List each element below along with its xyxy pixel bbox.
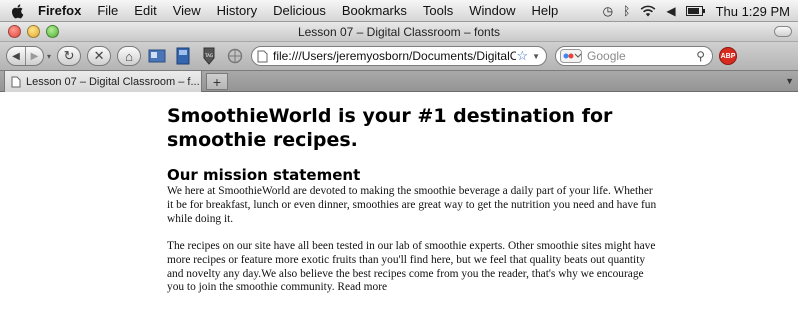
home-icon: ⌂ [125, 48, 133, 64]
reload-icon: ↻ [63, 48, 75, 63]
menu-tools[interactable]: Tools [423, 3, 453, 18]
url-bar[interactable]: file:///Users/jeremyosborn/Documents/Dig… [251, 46, 548, 66]
page-icon [257, 50, 268, 62]
back-icon[interactable]: ◀ [7, 47, 25, 65]
url-dropdown-icon[interactable]: ▼ [532, 52, 540, 61]
volume-icon[interactable]: ◀ [666, 4, 675, 18]
window-title-bar[interactable]: Lesson 07 – Digital Classroom – fonts [0, 22, 798, 42]
search-bar[interactable]: Google ⚲ [555, 46, 714, 66]
apple-icon[interactable] [10, 3, 26, 19]
google-search-engine-icon[interactable] [560, 49, 583, 63]
stop-button[interactable]: ✕ [87, 46, 112, 66]
svg-text:TAG: TAG [204, 53, 213, 58]
page-icon [11, 76, 21, 88]
reload-button[interactable]: ↻ [57, 46, 82, 66]
menu-view[interactable]: View [173, 3, 201, 18]
page-heading: SmoothieWorld is your #1 destination for… [167, 105, 613, 151]
window-title: Lesson 07 – Digital Classroom – fonts [297, 25, 501, 39]
menu-edit[interactable]: Edit [134, 3, 156, 18]
search-icon[interactable]: ⚲ [696, 49, 705, 63]
url-input[interactable]: file:///Users/jeremyosborn/Documents/Dig… [273, 49, 516, 63]
menu-history[interactable]: History [217, 3, 257, 18]
mac-menu-bar: Firefox File Edit View History Delicious… [0, 0, 798, 22]
wifi-icon[interactable] [640, 5, 656, 17]
mission-paragraph-2: The recipes on our site have all been te… [167, 240, 656, 294]
menu-clock[interactable]: Thu 1:29 PM [716, 4, 790, 19]
bluetooth-icon[interactable]: ᛒ [623, 4, 630, 18]
bookmark-icon[interactable] [173, 46, 193, 66]
home-button[interactable]: ⌂ [117, 46, 142, 66]
menu-file[interactable]: File [97, 3, 118, 18]
stop-icon: ✕ [93, 48, 105, 63]
menu-app-name[interactable]: Firefox [38, 3, 81, 18]
time-machine-icon[interactable]: ◷ [603, 4, 613, 18]
mission-heading: Our mission statement [167, 166, 361, 184]
menu-bookmarks[interactable]: Bookmarks [342, 3, 407, 18]
tab-strip: Lesson 07 – Digital Classroom – f... + ▼ [0, 70, 798, 93]
list-all-tabs-icon[interactable]: ▼ [785, 76, 794, 86]
toolbar-toggle-button[interactable] [774, 26, 792, 37]
menu-delicious[interactable]: Delicious [273, 3, 326, 18]
new-tab-button[interactable]: + [206, 73, 228, 90]
browser-toolbar: ◀ ▶ ▾ ↻ ✕ ⌂ TAG file:///Users/jeremyosbo… [0, 42, 798, 70]
search-input[interactable]: Google [587, 49, 696, 63]
tag-icon[interactable]: TAG [199, 46, 219, 66]
globe-icon[interactable] [225, 46, 245, 66]
page-content: SmoothieWorld is your #1 destination for… [0, 92, 798, 318]
adblock-icon[interactable]: ABP [719, 47, 738, 65]
back-forward-buttons: ◀ ▶ [6, 46, 44, 66]
forward-icon[interactable]: ▶ [25, 47, 43, 65]
mission-paragraph-1: We here at SmoothieWorld are devoted to … [167, 185, 657, 225]
status-area: ◷ ᛒ ◀ Thu 1:29 PM [603, 0, 790, 22]
menu-window[interactable]: Window [469, 3, 515, 18]
tab-lesson-07[interactable]: Lesson 07 – Digital Classroom – f... [4, 71, 202, 93]
battery-icon[interactable] [685, 6, 706, 16]
bookmark-star-icon[interactable]: ☆ [516, 48, 528, 64]
history-dropdown-icon[interactable]: ▾ [47, 52, 51, 61]
screen-capture-icon[interactable] [147, 46, 167, 66]
tab-label: Lesson 07 – Digital Classroom – f... [26, 76, 200, 88]
menu-help[interactable]: Help [532, 3, 559, 18]
